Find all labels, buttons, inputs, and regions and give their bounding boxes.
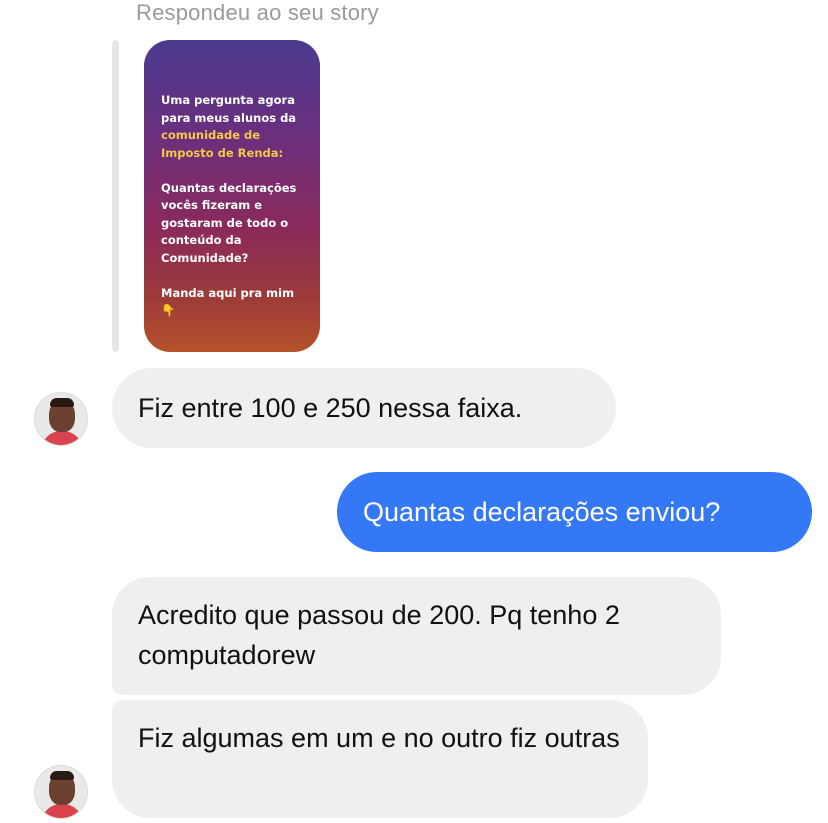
story-line: Uma pergunta agora: [161, 93, 295, 107]
message-bubble-outgoing[interactable]: Quantas declarações enviou?: [337, 472, 812, 552]
reply-indicator-bar: [112, 40, 119, 352]
story-reply-caption: Respondeu ao seu story: [136, 0, 379, 25]
story-line: Comunidade?: [161, 250, 249, 265]
story-line: Manda aqui pra mim 👇: [161, 285, 295, 318]
story-preview[interactable]: Uma pergunta agora para meus alunos da c…: [144, 40, 320, 352]
story-highlight-line: comunidade de: [161, 128, 261, 142]
contact-avatar[interactable]: [34, 392, 88, 446]
message-bubble-incoming[interactable]: Fiz entre 100 e 250 nessa faixa.: [112, 368, 616, 448]
story-line: conteúdo da: [161, 233, 242, 247]
story-highlight-line: Imposto de Renda:: [161, 145, 284, 160]
story-line: vocês fizeram e: [161, 198, 263, 212]
story-line: para meus alunos da: [161, 110, 297, 125]
story-text: Uma pergunta agora para meus alunos da c…: [161, 92, 311, 320]
message-bubble-incoming[interactable]: Acredito que passou de 200. Pq tenho 2 c…: [112, 577, 721, 695]
story-line: gostaram de todo o: [161, 215, 289, 230]
contact-avatar[interactable]: [34, 765, 88, 819]
message-bubble-incoming[interactable]: Fiz algumas em um e no outro fiz outras: [112, 700, 648, 818]
story-line: Quantas declarações: [161, 180, 297, 195]
